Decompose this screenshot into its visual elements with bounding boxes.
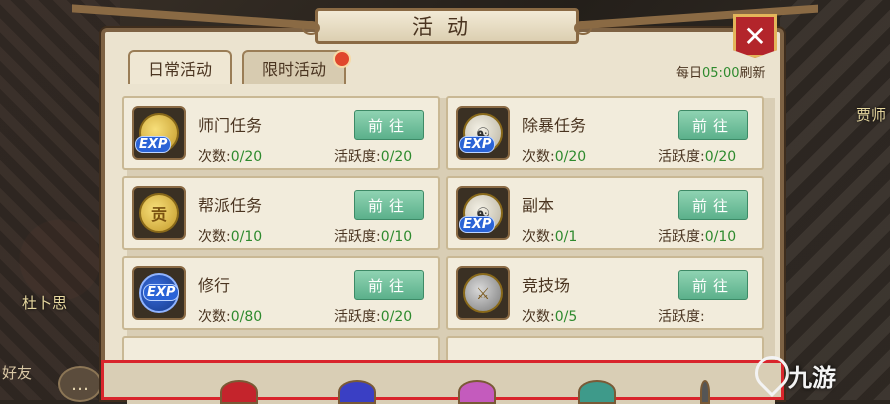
task-activity: 活跃度:0/20: [658, 149, 737, 165]
teal-reward-icon[interactable]: [578, 380, 616, 404]
task-name: 副本: [522, 196, 555, 215]
task-card: EXP 修行 前往 次数:0/80 活跃度:0/20: [122, 256, 440, 330]
task-activity: 活跃度:0/10: [658, 229, 737, 245]
tab-daily-activities[interactable]: 日常活动: [128, 50, 232, 84]
task-card: 贡 帮派任务 前往 次数:0/10 活跃度:0/10: [122, 176, 440, 250]
friend-button[interactable]: 好友: [2, 362, 32, 383]
exp-taiji-icon: ☯ EXP: [456, 106, 510, 160]
task-count: 次数:0/20: [198, 149, 263, 165]
reward-bar-highlight: [101, 360, 784, 400]
task-card: EXP 师门任务 前往 次数:0/20 活跃度:0/20: [122, 96, 440, 170]
task-count: 次数:0/80: [198, 309, 263, 325]
gong-coin-icon: 贡: [132, 186, 186, 240]
task-activity: 活跃度:: [658, 309, 705, 325]
close-button[interactable]: ✕: [733, 14, 777, 58]
task-count: 次数:0/1: [522, 229, 578, 245]
refresh-time: 05:00: [702, 66, 740, 81]
pink-reward-icon[interactable]: [458, 380, 496, 404]
go-button[interactable]: 前往: [678, 110, 748, 140]
chat-icon[interactable]: …: [58, 366, 102, 402]
refresh-suffix: 刷新: [739, 66, 766, 81]
task-name: 师门任务: [198, 116, 263, 135]
task-name: 除暴任务: [522, 116, 587, 135]
exp-taiji-icon: ☯ EXP: [456, 186, 510, 240]
task-activity: 活跃度:0/10: [334, 229, 413, 245]
npc-name-left[interactable]: 杜卜思: [22, 292, 67, 313]
task-card: ☯ EXP 除暴任务 前往 次数:0/20 活跃度:0/20: [446, 96, 764, 170]
task-name: 竞技场: [522, 276, 571, 295]
task-count: 次数:0/10: [198, 229, 263, 245]
task-activity: 活跃度:0/20: [334, 149, 413, 165]
panel-title: 活动: [302, 8, 592, 44]
refresh-info: 每日05:00刷新: [676, 62, 766, 81]
go-button[interactable]: 前往: [678, 190, 748, 220]
task-card: ☯ EXP 副本 前往 次数:0/1 活跃度:0/10: [446, 176, 764, 250]
notification-badge: [333, 50, 351, 68]
crossed-swords-icon: ⚔: [456, 266, 510, 320]
go-button[interactable]: 前往: [354, 110, 424, 140]
refresh-prefix: 每日: [676, 66, 703, 81]
red-reward-icon[interactable]: [220, 380, 258, 404]
exp-coin-icon: EXP: [132, 106, 186, 160]
npc-name-right[interactable]: 贾师: [856, 104, 886, 125]
task-count: 次数:0/5: [522, 309, 578, 325]
task-card: ⚔ 竞技场 前往 次数:0/5 活跃度:: [446, 256, 764, 330]
task-name: 修行: [198, 276, 231, 295]
reward-icon-partial[interactable]: [700, 380, 710, 404]
task-name: 帮派任务: [198, 196, 263, 215]
blue-reward-icon[interactable]: [338, 380, 376, 404]
scene-right-building: [780, 0, 890, 400]
go-button[interactable]: 前往: [354, 190, 424, 220]
tab-limited-activities[interactable]: 限时活动: [242, 50, 346, 84]
go-button[interactable]: 前往: [354, 270, 424, 300]
go-button[interactable]: 前往: [678, 270, 748, 300]
task-activity: 活跃度:0/20: [334, 309, 413, 325]
watermark-text: 九游: [788, 364, 836, 392]
exp-blue-icon: EXP: [132, 266, 186, 320]
task-count: 次数:0/20: [522, 149, 587, 165]
